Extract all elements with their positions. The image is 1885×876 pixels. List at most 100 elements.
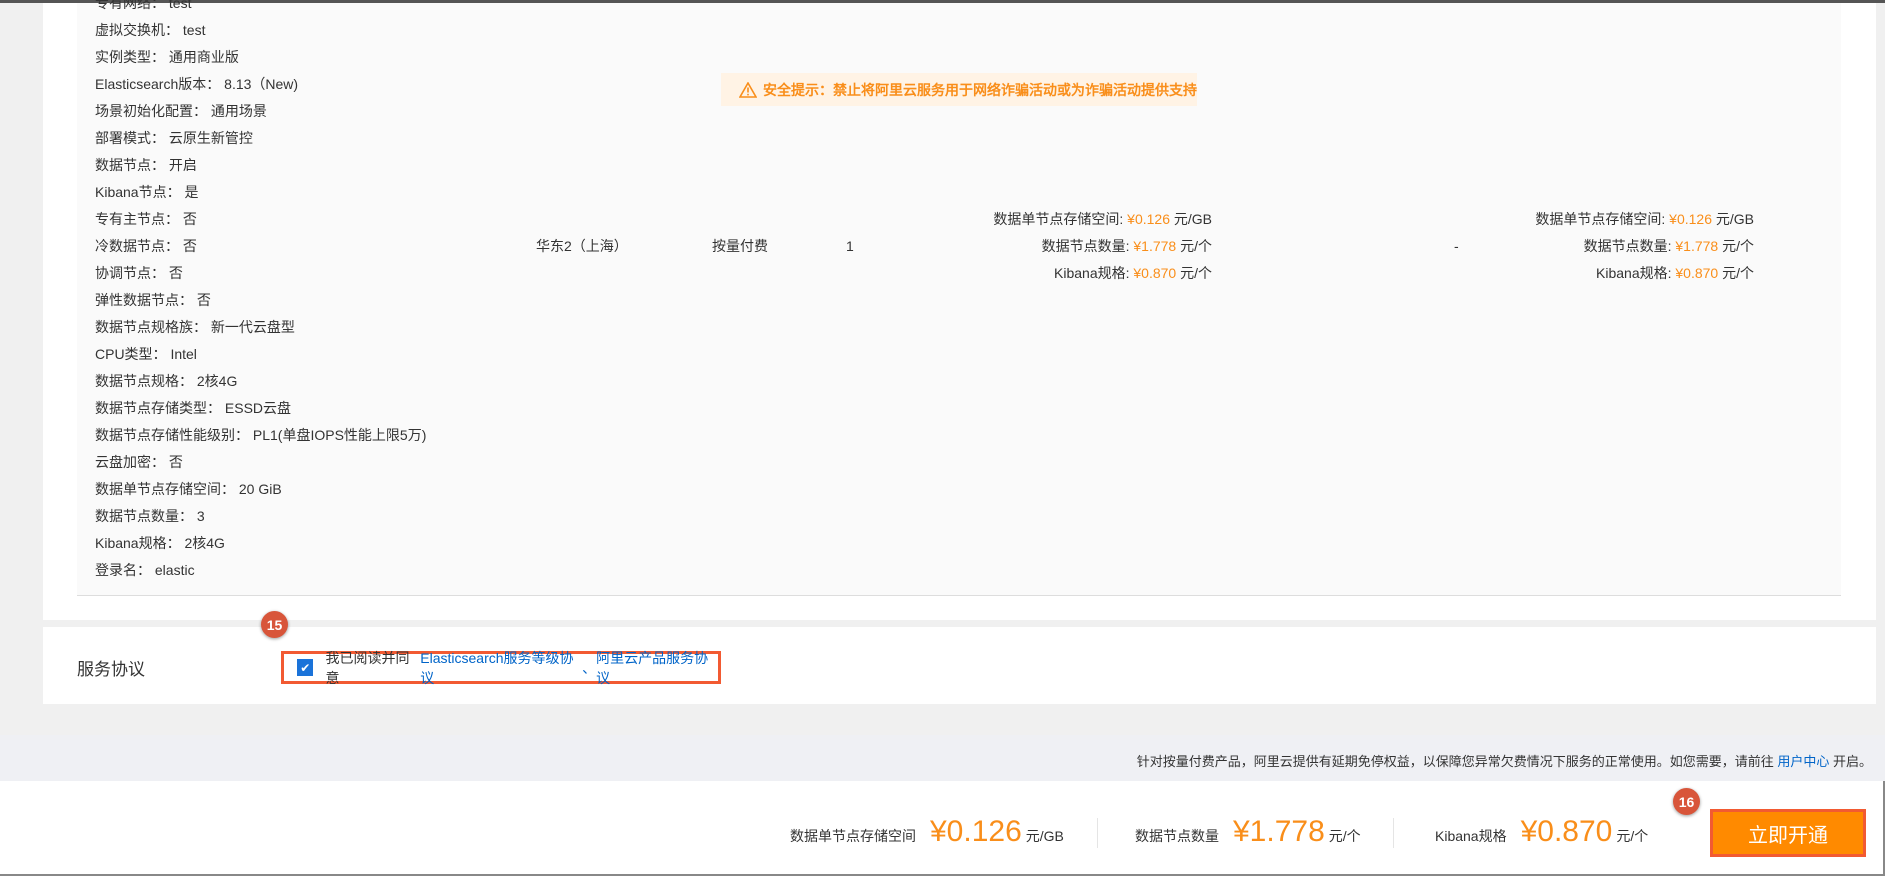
config-label: 数据节点存储性能级别： — [95, 427, 249, 443]
config-label: 数据节点存储类型： — [95, 400, 221, 416]
current-price-item: 数据节点数量: ¥1.778 元/个 — [1584, 236, 1754, 256]
original-price-item: 数据单节点存储空间: ¥0.126 元/GB — [993, 209, 1212, 229]
config-label: Elasticsearch版本： — [95, 76, 221, 92]
config-value: 云原生新管控 — [168, 130, 253, 146]
footer-label: Kibana规格 — [1435, 828, 1507, 844]
config-label: CPU类型： — [95, 346, 167, 362]
config-value: 新一代云盘型 — [210, 319, 295, 335]
price-value: ¥1.778 — [1675, 238, 1719, 254]
footer-unit: 元/GB — [1025, 828, 1064, 844]
config-label: 数据节点数量： — [95, 508, 193, 524]
config-row: CPU类型： Intel — [95, 344, 197, 364]
config-label: 冷数据节点： — [95, 238, 179, 254]
config-row: 协调节点： 否 — [95, 263, 183, 283]
config-row: 数据单节点存储空间： 20 GiB — [95, 479, 282, 499]
footer-unit: 元/个 — [1616, 828, 1649, 844]
step-badge-15: 15 — [261, 611, 288, 638]
config-row: 数据节点存储性能级别： PL1(单盘IOPS性能上限5万) — [95, 425, 426, 445]
region: 华东2（上海） — [536, 238, 628, 254]
config-value: ESSD云盘 — [224, 400, 292, 416]
config-label: 数据单节点存储空间： — [95, 481, 235, 497]
config-row: 冷数据节点： 否 — [95, 236, 197, 256]
sla-link[interactable]: Elasticsearch服务等级协议 — [420, 648, 582, 688]
price-unit: 元/GB — [1715, 211, 1754, 227]
step-badge-16: 16 — [1673, 788, 1700, 815]
config-label: 实例类型： — [95, 49, 165, 65]
current-price-item: Kibana规格: ¥0.870 元/个 — [1596, 263, 1754, 283]
product-terms-link[interactable]: 阿里云产品服务协议 — [596, 648, 718, 688]
config-label: 云盘加密： — [95, 454, 165, 470]
activate-now-button[interactable]: 立即开通 — [1710, 809, 1866, 857]
notice-tail: 开启。 — [1829, 754, 1872, 769]
current-price-item: 数据单节点存储空间: ¥0.126 元/GB — [1535, 209, 1754, 229]
price-unit: 元/GB — [1173, 211, 1212, 227]
config-value: Intel — [170, 346, 197, 362]
config-value: 否 — [196, 292, 211, 308]
price-unit: 元/个 — [1180, 238, 1212, 254]
config-value: 20 GiB — [238, 481, 282, 497]
config-row: 数据节点规格： 2核4G — [95, 371, 237, 391]
config-label: 部署模式： — [95, 130, 165, 146]
config-label: Kibana规格： — [95, 535, 181, 551]
config-value: elastic — [154, 562, 195, 578]
config-value: 通用场景 — [210, 103, 267, 119]
price-unit: 元/个 — [1722, 238, 1754, 254]
service-agreement-title: 服务协议 — [77, 660, 145, 679]
divider — [1097, 818, 1098, 848]
config-label: Kibana节点： — [95, 184, 181, 200]
config-row: 数据节点： 开启 — [95, 155, 197, 175]
config-value: 2核4G — [196, 373, 238, 389]
config-value: 8.13（New) — [224, 76, 299, 92]
notice-text: 针对按量付费产品，阿里云提供有延期免停权益，以保障您异常欠费情况下服务的正常使用… — [1137, 751, 1872, 770]
footer-label: 数据节点数量 — [1135, 828, 1219, 844]
config-row: 数据节点数量： 3 — [95, 506, 205, 526]
config-label: 数据节点规格： — [95, 373, 193, 389]
config-row: 云盘加密： 否 — [95, 452, 183, 472]
config-value: 通用商业版 — [168, 49, 239, 65]
config-label: 虚拟交换机： — [95, 22, 179, 38]
price-value: ¥0.126 — [1669, 211, 1712, 227]
config-label: 专有网络： — [95, 0, 165, 11]
price-label: Kibana规格: — [1596, 265, 1672, 281]
config-value: 3 — [196, 508, 205, 524]
price-label: 数据节点数量: — [1041, 238, 1130, 254]
config-value: 否 — [168, 265, 183, 281]
agree-text: 我已阅读并同意 — [325, 649, 410, 686]
price-unit: 元/个 — [1180, 265, 1212, 281]
config-label: 弹性数据节点： — [95, 292, 193, 308]
config-row: 数据节点存储类型： ESSD云盘 — [95, 398, 291, 418]
config-value: 否 — [182, 238, 197, 254]
config-row: 场景初始化配置： 通用场景 — [95, 101, 267, 121]
link-separator: 、 — [582, 659, 597, 676]
config-row: Kibana节点： 是 — [95, 182, 198, 202]
config-value: 是 — [184, 184, 199, 200]
price-value: ¥0.126 — [1127, 211, 1170, 227]
config-label: 专有主节点： — [95, 211, 179, 227]
footer-label: 数据单节点存储空间 — [790, 828, 916, 844]
config-value: test — [168, 0, 192, 11]
config-value: 否 — [168, 454, 183, 470]
warning-icon — [739, 81, 757, 98]
config-row: 部署模式： 云原生新管控 — [95, 128, 253, 148]
config-row: Kibana规格： 2核4G — [95, 533, 225, 553]
config-row: 专有网络： test — [95, 0, 191, 13]
user-center-link[interactable]: 用户中心 — [1777, 754, 1829, 769]
config-row: 登录名： elastic — [95, 560, 195, 580]
original-price-item: Kibana规格: ¥0.870 元/个 — [1054, 263, 1212, 283]
notice-body: 针对按量付费产品，阿里云提供有延期免停权益，以保障您异常欠费情况下服务的正常使用… — [1136, 754, 1778, 769]
price-unit: 元/个 — [1722, 265, 1754, 281]
config-value: PL1(单盘IOPS性能上限5万) — [252, 427, 427, 443]
agreement-checkbox-row[interactable]: ✔ 我已阅读并同意 Elasticsearch服务等级协议、阿里云产品服务协议 — [281, 650, 721, 686]
config-label: 登录名： — [95, 562, 151, 578]
footer-price-kibana: Kibana规格 ¥0.870 元/个 — [1435, 815, 1648, 849]
config-row: 数据节点规格族： 新一代云盘型 — [95, 317, 295, 337]
billing-method: 按量付费 — [712, 238, 768, 254]
config-value: test — [182, 22, 206, 38]
config-row: 专有主节点： 否 — [95, 209, 197, 229]
price-label: 数据节点数量: — [1583, 238, 1672, 254]
config-row: 弹性数据节点： 否 — [95, 290, 211, 310]
footer-price: ¥0.870 — [1520, 815, 1613, 848]
agreement-checkbox[interactable]: ✔ — [297, 659, 314, 676]
config-label: 数据节点： — [95, 157, 165, 173]
quantity: 1 — [846, 238, 854, 254]
